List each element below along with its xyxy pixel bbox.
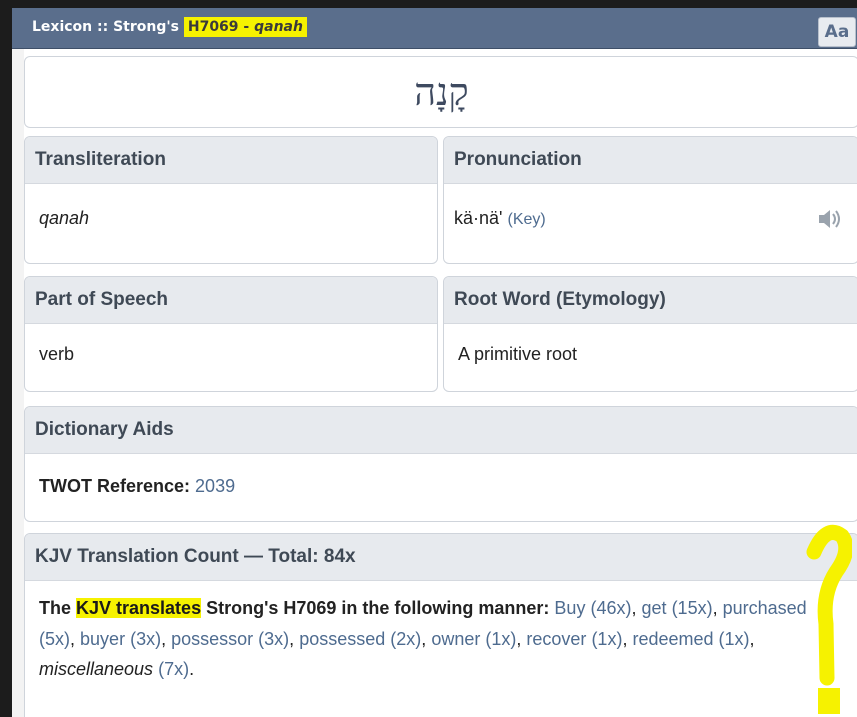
kjv-count: (3x)	[258, 628, 290, 649]
window-title: Lexicon :: Strong's H7069 - qanah	[32, 17, 307, 37]
kjv-count: (3x)	[130, 628, 162, 649]
part-of-speech-panel: Part of Speech verb	[24, 276, 438, 392]
transliteration-panel: Transliteration qanah	[24, 136, 438, 264]
dictionary-aids-panel: Dictionary Aids TWOT Reference: 2039	[24, 406, 857, 522]
dictionary-aids-header: Dictionary Aids	[25, 407, 857, 454]
lexicon-window: Lexicon :: Strong's H7069 - qanah Aa קָנ…	[12, 8, 857, 717]
kjv-highlight: KJV translates	[76, 598, 202, 618]
pronunciation-panel: Pronunciation kä·nä' (Key)	[443, 136, 857, 264]
kjv-word-link[interactable]: possessor	[171, 629, 253, 649]
kjv-word-link[interactable]: purchased	[723, 598, 807, 618]
title-strongs-number: H7069	[187, 19, 239, 35]
pronunciation-value: kä·nä'	[454, 208, 503, 228]
twot-value-link[interactable]: 2039	[195, 476, 235, 496]
title-highlight: H7069 - qanah	[183, 17, 307, 37]
kjv-count: (1x)	[485, 628, 517, 649]
title-bar: Lexicon :: Strong's H7069 - qanah Aa	[12, 8, 857, 49]
kjv-panel: KJV Translation Count — Total: 84x The K…	[24, 533, 857, 717]
transliteration-header: Transliteration	[25, 137, 437, 184]
title-separator: -	[238, 19, 255, 35]
title-prefix: Lexicon :: Strong's	[32, 19, 184, 35]
kjv-count: (1x)	[591, 628, 623, 649]
kjv-count: (7x)	[158, 659, 190, 680]
kjv-word-link[interactable]: owner	[431, 629, 480, 649]
root-word-header: Root Word (Etymology)	[444, 277, 857, 324]
pronunciation-header: Pronunciation	[444, 137, 857, 184]
kjv-word-link[interactable]: recover	[526, 629, 586, 649]
root-word-panel: Root Word (Etymology) A primitive root	[443, 276, 857, 392]
kjv-word-link[interactable]: get	[642, 598, 667, 618]
font-size-button[interactable]: Aa	[818, 17, 856, 47]
kjv-word-link[interactable]: Buy	[554, 598, 585, 618]
pronunciation-body: kä·nä' (Key)	[444, 184, 857, 233]
kjv-count: (2x)	[390, 628, 422, 649]
pronunciation-key-link[interactable]: (Key)	[507, 211, 545, 228]
kjv-word-link[interactable]: possessed	[299, 629, 385, 649]
kjv-translation-list: The KJV translates Strong's H7069 in the…	[25, 581, 857, 685]
kjv-count: (15x)	[671, 598, 713, 618]
kjv-count: (46x)	[590, 598, 632, 618]
kjv-count: (1x)	[718, 628, 750, 649]
left-scroll-strip	[12, 49, 24, 717]
kjv-word-link[interactable]: miscellaneous	[39, 659, 153, 679]
transliteration-value: qanah	[39, 208, 90, 228]
kjv-word-link[interactable]: redeemed	[632, 629, 713, 649]
part-of-speech-value: verb	[39, 344, 75, 364]
title-transliteration: qanah	[254, 19, 303, 35]
hebrew-word: קָנָה	[24, 56, 857, 128]
kjv-header: KJV Translation Count — Total: 84x	[25, 534, 857, 581]
kjv-count: (5x)	[39, 628, 70, 649]
twot-line: TWOT Reference: 2039	[25, 454, 857, 501]
kjv-intro: The KJV translates Strong's H7069 in the…	[39, 598, 550, 618]
root-word-value: A primitive root	[458, 344, 578, 364]
twot-label: TWOT Reference:	[39, 476, 191, 496]
speaker-icon[interactable]	[816, 205, 844, 233]
kjv-word-link[interactable]: buyer	[80, 629, 125, 649]
part-of-speech-header: Part of Speech	[25, 277, 437, 324]
